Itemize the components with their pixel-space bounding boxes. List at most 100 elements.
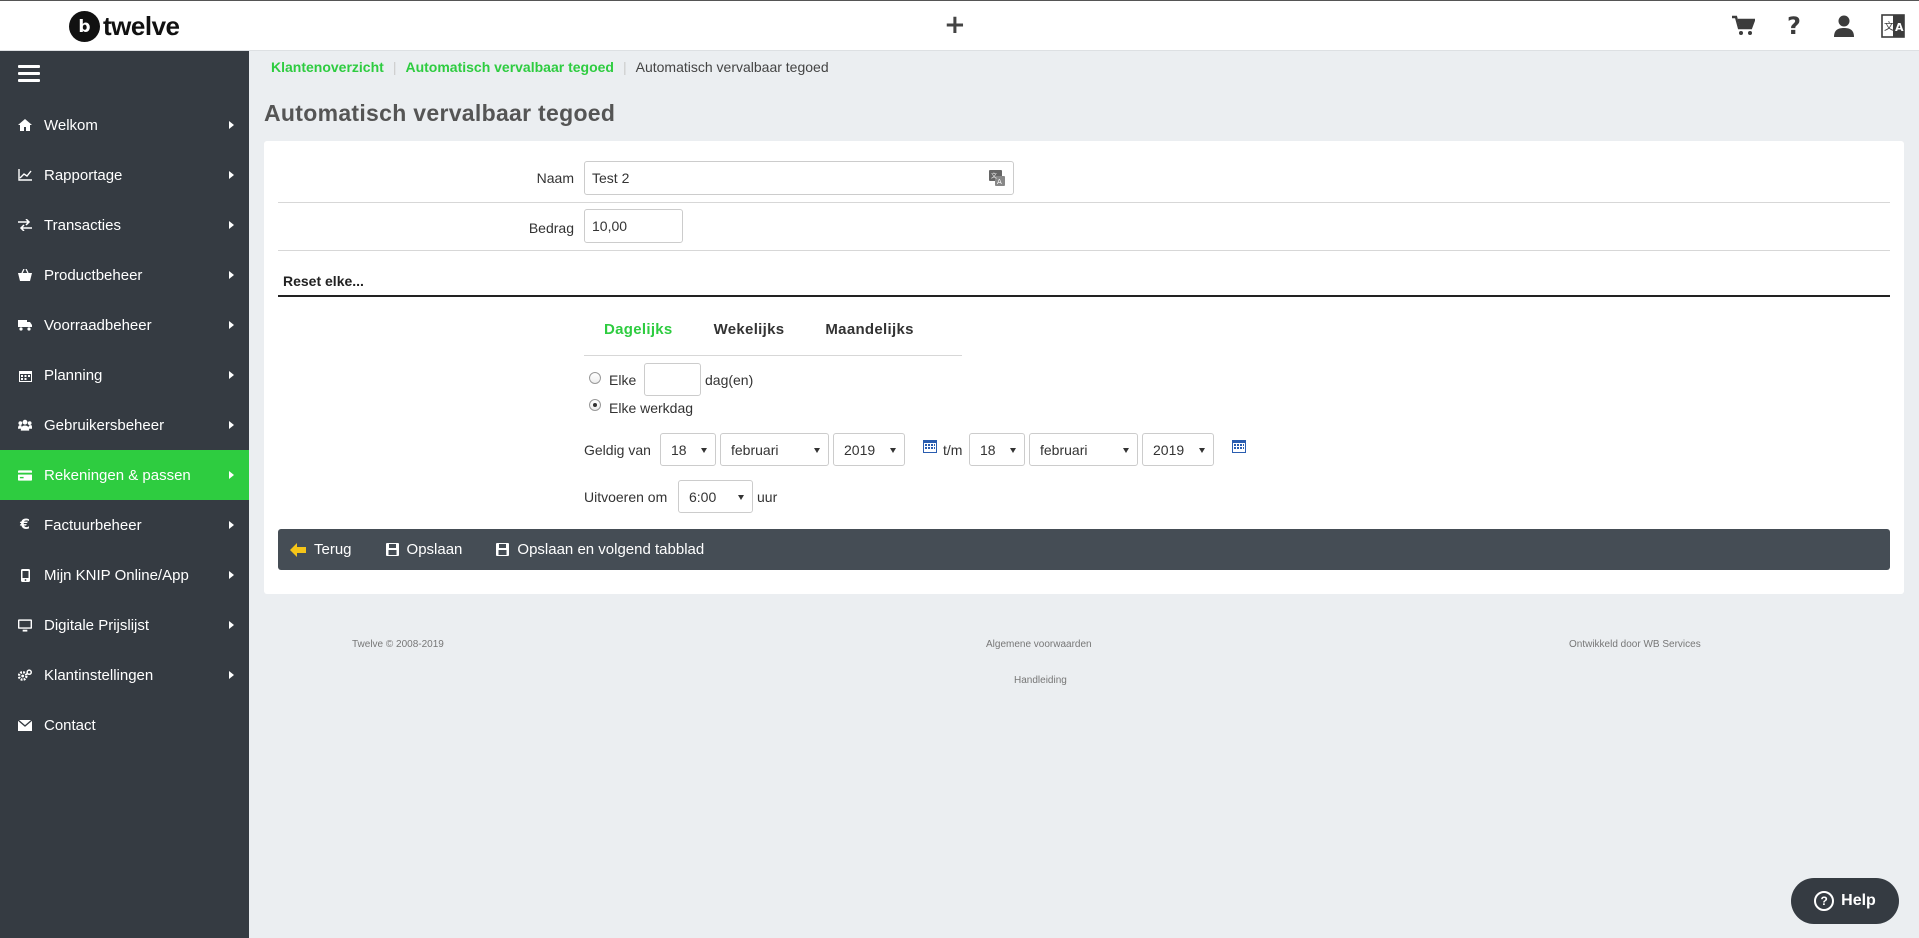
sidebar-item-label: Rapportage <box>44 166 123 184</box>
sidebar-item-planning[interactable]: Planning <box>0 350 249 400</box>
werkdag-radio[interactable] <box>589 399 601 411</box>
sidebar-item-factuurbeheer[interactable]: € Factuurbeheer <box>0 500 249 550</box>
sidebar-item-gebruikersbeheer[interactable]: Gebruikersbeheer <box>0 400 249 450</box>
users-icon <box>18 418 32 432</box>
sidebar-item-label: Transacties <box>44 216 121 234</box>
footer-copyright: Twelve © 2008-2019 <box>352 639 444 650</box>
bedrag-input[interactable]: 10,00 <box>584 209 683 243</box>
caret-right-icon <box>229 621 234 629</box>
footer-terms-link[interactable]: Algemene voorwaarden <box>986 639 1092 650</box>
uur-label: uur <box>757 489 778 505</box>
sidebar-item-productbeheer[interactable]: Productbeheer <box>0 250 249 300</box>
caret-right-icon <box>229 121 234 129</box>
interval-tabs: Dagelijks Wekelijks Maandelijks <box>584 312 962 356</box>
twelve-logo[interactable]: b twelve <box>69 11 180 42</box>
exchange-icon <box>18 218 32 232</box>
calendar-picker-icon[interactable] <box>1232 440 1246 453</box>
question-icon[interactable]: ? <box>1780 12 1808 40</box>
logo-mark: b <box>69 11 100 42</box>
caret-right-icon <box>229 521 234 529</box>
caret-right-icon <box>229 371 234 379</box>
sidebar-item-voorraadbeheer[interactable]: Voorraadbeheer <box>0 300 249 350</box>
elke-label: Elke <box>609 372 637 388</box>
geldig-van-label: Geldig van <box>584 442 651 458</box>
naam-value: Test 2 <box>592 170 630 186</box>
van-month-select[interactable]: februari <box>720 433 829 466</box>
naam-label: Naam <box>536 170 574 186</box>
van-year-value: 2019 <box>844 441 876 458</box>
breadcrumb-link-tegoed[interactable]: Automatisch vervalbaar tegoed <box>405 59 614 75</box>
cogs-icon <box>18 668 32 682</box>
back-button[interactable]: Terug <box>290 541 352 558</box>
footer-manual-link[interactable]: Handleiding <box>1014 675 1067 686</box>
sidebar-item-contact[interactable]: Contact <box>0 700 249 750</box>
calendar-icon <box>18 368 32 382</box>
translate-icon[interactable]: 文A <box>1879 12 1907 40</box>
dagen-input[interactable] <box>644 363 701 396</box>
uitvoeren-time-select[interactable]: 6:00 <box>678 480 753 513</box>
credit-card-icon <box>18 468 32 482</box>
menu-toggle-icon[interactable] <box>18 65 40 83</box>
arrow-left-icon <box>290 542 306 557</box>
sidebar-item-label: Productbeheer <box>44 266 143 284</box>
sidebar-item-rapportage[interactable]: Rapportage <box>0 150 249 200</box>
line-chart-icon <box>18 168 32 182</box>
sidebar-nav: Welkom Rapportage Transacties Productbeh… <box>0 100 249 750</box>
caret-right-icon <box>229 671 234 679</box>
sidebar-item-label: Contact <box>44 716 96 734</box>
page-title: Automatisch vervalbaar tegoed <box>264 100 616 126</box>
van-day-value: 18 <box>671 441 687 458</box>
cart-icon[interactable] <box>1729 12 1757 40</box>
user-icon[interactable] <box>1830 12 1858 40</box>
van-month-value: februari <box>731 441 779 458</box>
sidebar-item-klantinstellingen[interactable]: Klantinstellingen <box>0 650 249 700</box>
caret-right-icon <box>229 271 234 279</box>
euro-icon: € <box>20 517 30 533</box>
sidebar-item-welkom[interactable]: Welkom <box>0 100 249 150</box>
calendar-picker-icon[interactable] <box>923 440 937 453</box>
tot-day-value: 18 <box>980 441 996 458</box>
tot-month-select[interactable]: februari <box>1029 433 1138 466</box>
action-bar: Terug Opslaan Opslaan en volgend tabblad <box>278 529 1890 570</box>
bedrag-label: Bedrag <box>528 220 574 236</box>
naam-input[interactable]: Test 2 文A <box>584 161 1014 195</box>
van-year-select[interactable]: 2019 <box>833 433 905 466</box>
sidebar-item-label: Voorraadbeheer <box>44 316 152 334</box>
sidebar-item-transacties[interactable]: Transacties <box>0 200 249 250</box>
sidebar-item-mijn-knip[interactable]: Mijn KNIP Online/App <box>0 550 249 600</box>
add-button[interactable]: + <box>944 10 966 40</box>
tab-dagelijks[interactable]: Dagelijks <box>604 312 673 355</box>
elke-radio[interactable] <box>589 372 601 384</box>
translate-field-icon[interactable]: 文A <box>989 170 1005 189</box>
breadcrumb: Klantenoverzicht | Automatisch vervalbaa… <box>271 59 829 75</box>
svg-text:A: A <box>1895 21 1904 34</box>
truck-icon <box>18 318 32 332</box>
sidebar-item-rekeningen-passen[interactable]: Rekeningen & passen <box>0 450 249 500</box>
question-circle-icon: ? <box>1814 891 1835 911</box>
top-bar: b twelve + ? 文A <box>0 0 1919 51</box>
van-day-select[interactable]: 18 <box>660 433 716 466</box>
tab-maandelijks[interactable]: Maandelijks <box>825 312 913 355</box>
caret-right-icon <box>229 171 234 179</box>
breadcrumb-separator: | <box>392 59 397 75</box>
sidebar-item-label: Mijn KNIP Online/App <box>44 566 189 584</box>
tm-label: t/m <box>943 442 963 458</box>
breadcrumb-separator: | <box>622 59 627 75</box>
save-label: Opslaan <box>406 541 463 558</box>
save-button[interactable]: Opslaan <box>385 541 463 558</box>
caret-right-icon <box>229 421 234 429</box>
sidebar: Welkom Rapportage Transacties Productbeh… <box>0 51 249 938</box>
envelope-icon <box>18 718 32 732</box>
back-label: Terug <box>314 541 352 558</box>
mobile-icon <box>18 568 32 582</box>
footer-developer[interactable]: Ontwikkeld door WB Services <box>1569 639 1701 650</box>
breadcrumb-link-klantenoverzicht[interactable]: Klantenoverzicht <box>271 59 384 75</box>
tab-wekelijks[interactable]: Wekelijks <box>714 312 785 355</box>
tot-month-value: februari <box>1040 441 1088 458</box>
basket-icon <box>18 268 32 282</box>
tot-day-select[interactable]: 18 <box>969 433 1025 466</box>
save-next-button[interactable]: Opslaan en volgend tabblad <box>496 541 704 558</box>
tot-year-select[interactable]: 2019 <box>1142 433 1214 466</box>
sidebar-item-digitale-prijslijst[interactable]: Digitale Prijslijst <box>0 600 249 650</box>
help-button[interactable]: ? Help <box>1791 878 1899 924</box>
